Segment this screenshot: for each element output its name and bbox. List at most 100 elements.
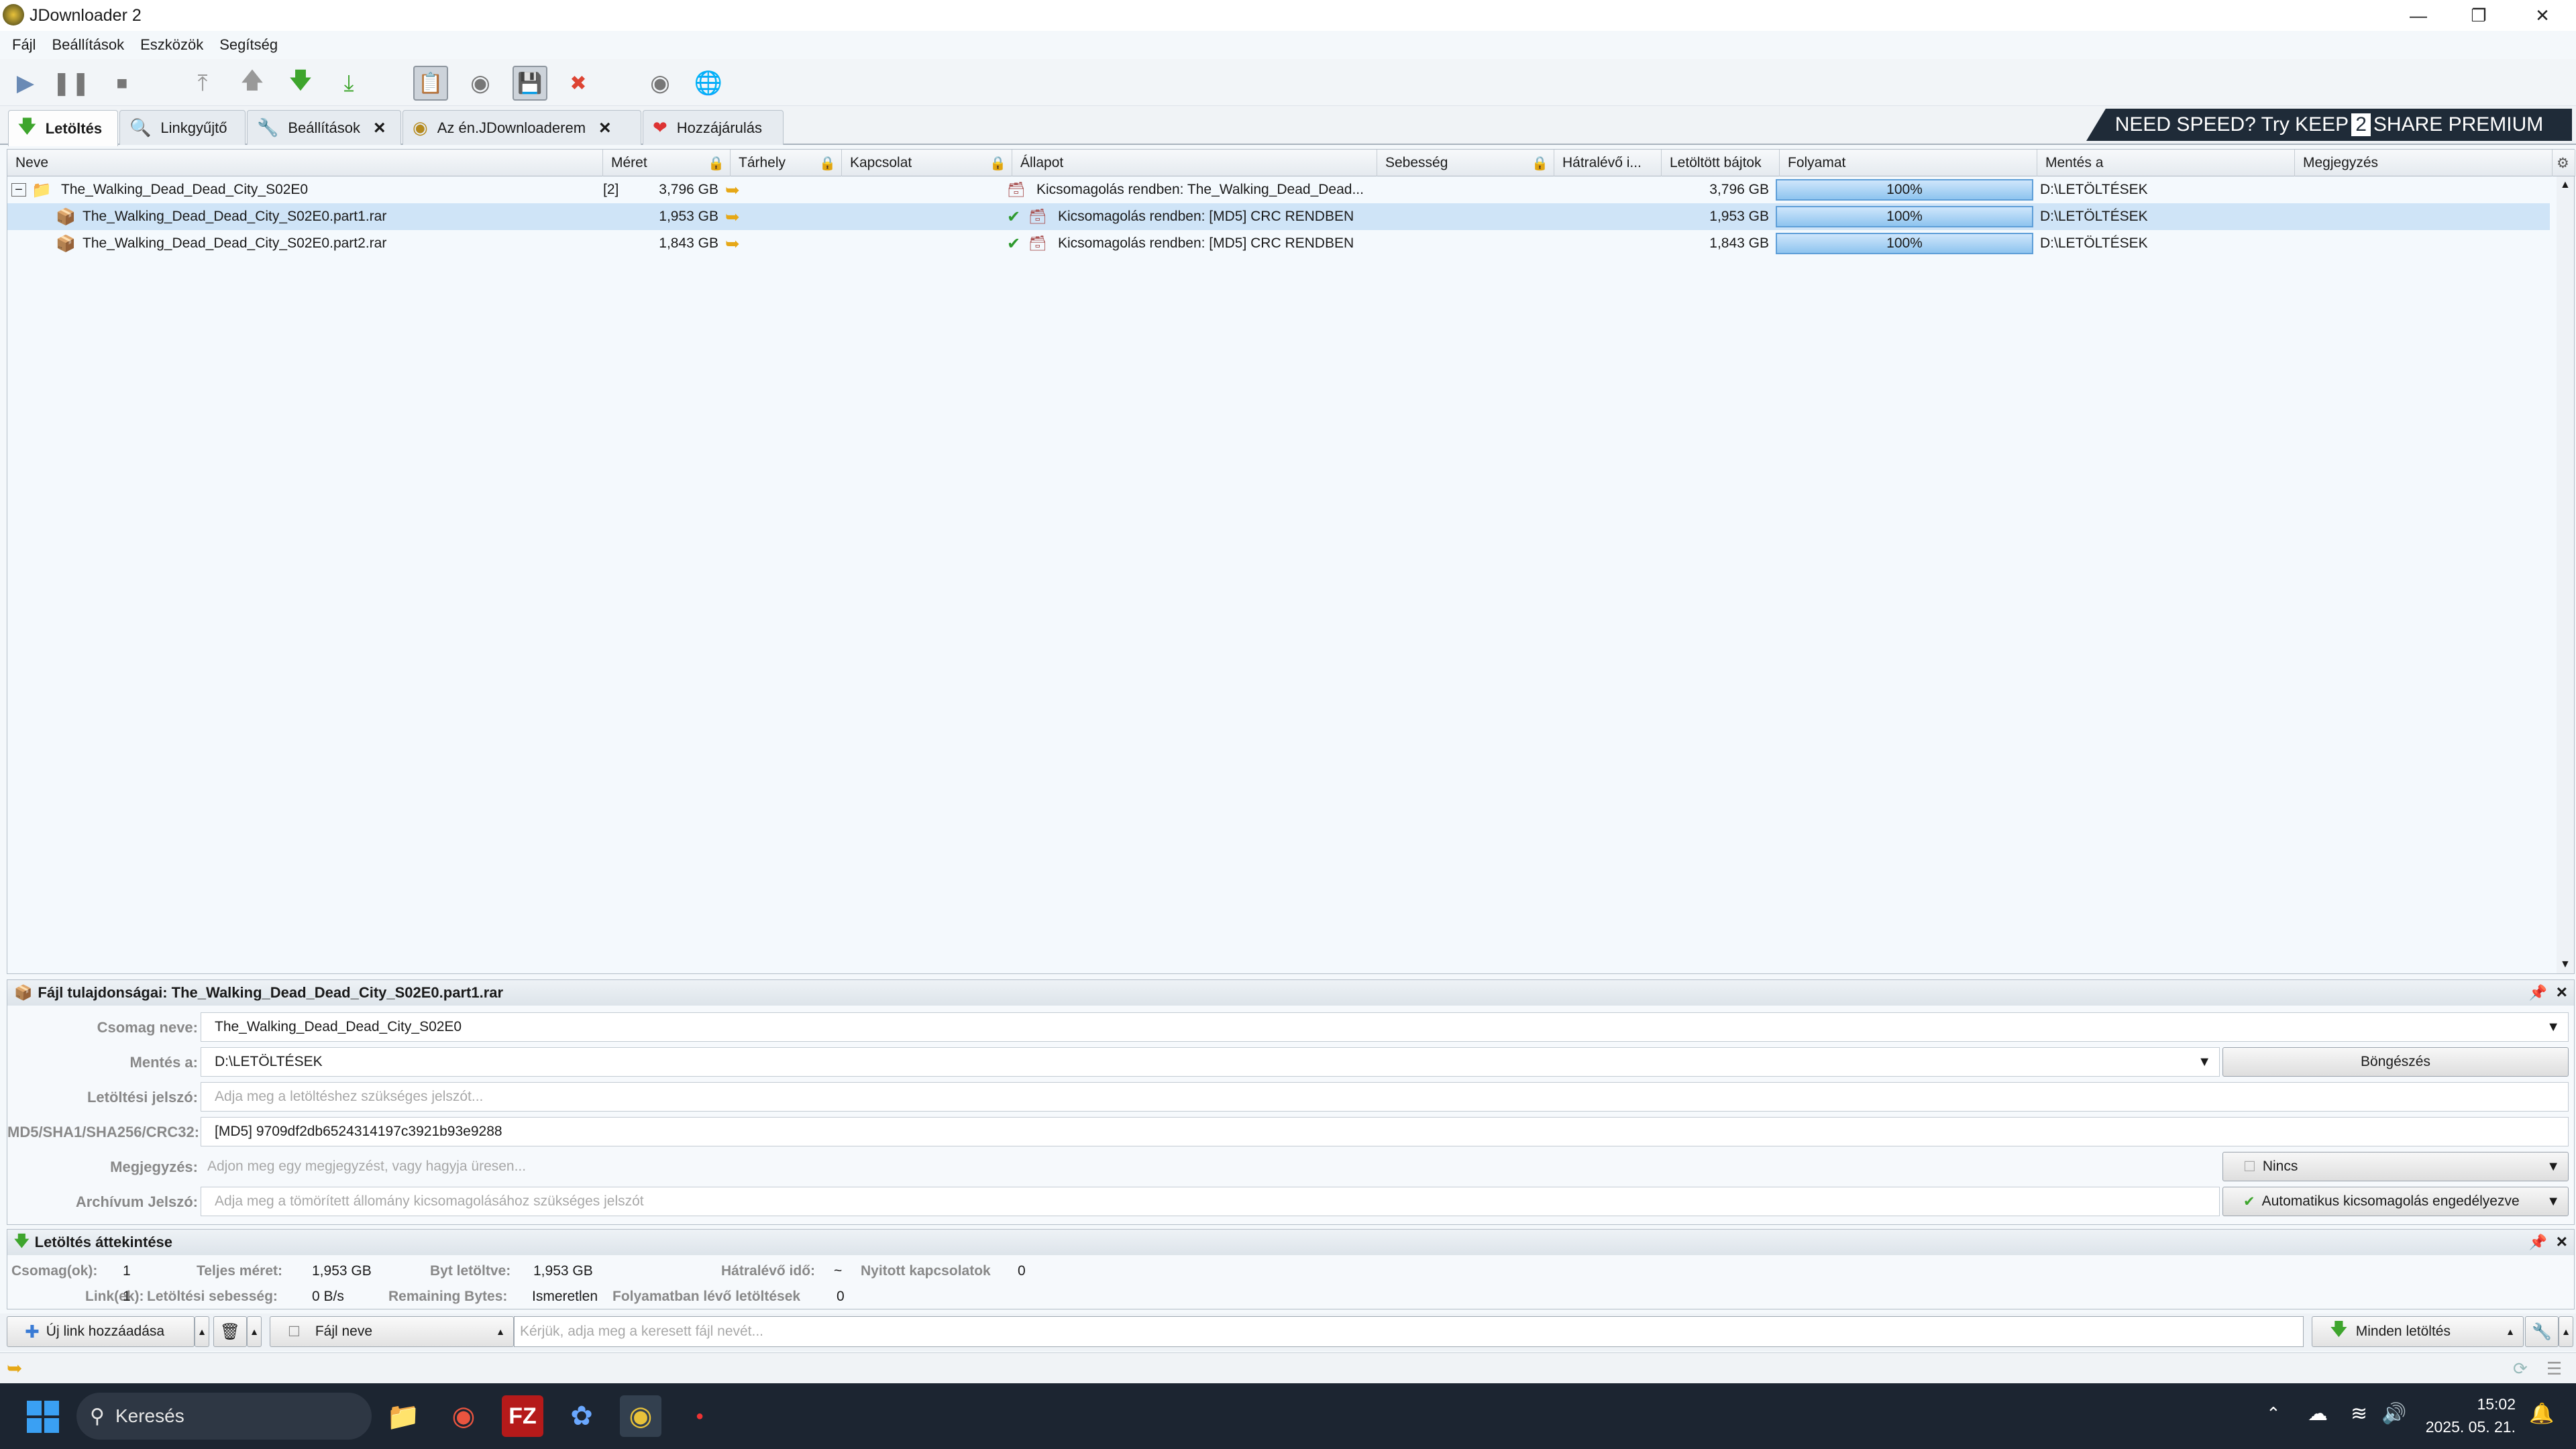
filezilla-icon[interactable]: FZ (502, 1395, 543, 1437)
column-header-save-to[interactable]: Mentés a (2037, 150, 2295, 176)
clear-list-icon[interactable]: 🗑 (213, 1316, 247, 1347)
close-tab-icon[interactable]: × (599, 117, 611, 140)
priority-dropdown[interactable]: ☐ Nincs ▼ (2222, 1152, 2569, 1181)
settings-wrench-icon[interactable]: 🔧 (2525, 1316, 2559, 1347)
add-links-menu-button[interactable]: ▲ (195, 1316, 209, 1347)
jdownloader-taskbar-icon[interactable]: ◉ (620, 1395, 661, 1437)
tab-settings[interactable]: 🔧 Beállítások × (247, 110, 401, 145)
column-header-status[interactable]: Állapot (1012, 150, 1377, 176)
clock-time[interactable]: 15:02 (2415, 1395, 2516, 1413)
table-row[interactable]: − 📁 The_Walking_Dead_Dead_City_S02E0 [2]… (7, 176, 2550, 203)
remaining-bytes-value: Ismeretlen (532, 1289, 598, 1304)
table-header: Neve Méret 🔒 Tárhely 🔒 Kapcsolat 🔒 Állapot … (7, 150, 2575, 176)
archive-password-field[interactable]: Adja meg a tömörített állomány kicsomago… (201, 1187, 2220, 1216)
list-icon[interactable]: ☰ (2546, 1358, 2562, 1379)
move-bottom-icon[interactable]: ⤓ (331, 66, 366, 101)
clipboard-icon[interactable]: 📋 (413, 66, 448, 101)
start-icon[interactable]: ▶ (8, 66, 43, 101)
reconnect-icon[interactable]: ◉ (463, 66, 498, 101)
download-table: Neve Méret 🔒 Tárhely 🔒 Kapcsolat 🔒 Állapot … (7, 149, 2575, 974)
column-header-size[interactable]: Méret 🔒 (603, 150, 731, 176)
properties-header: 📦 Fájl tulajdonságai: The_Walking_Dead_D… (7, 980, 2574, 1006)
minimize-button[interactable]: — (2388, 0, 2449, 31)
search-filter-dropdown[interactable]: ☐ Fájl neve ▲ (270, 1316, 514, 1347)
close-panel-icon[interactable]: × (2557, 981, 2567, 1003)
column-header-progress[interactable]: Folyamat (1780, 150, 2037, 176)
column-header-eta[interactable]: Hátralévő i... (1554, 150, 1662, 176)
progress-bar: 100% (1776, 233, 2033, 254)
tray-chevron-icon[interactable]: ⌃ (2266, 1403, 2281, 1424)
recording-icon[interactable]: ● (679, 1395, 720, 1437)
file-explorer-icon[interactable]: 📁 (382, 1395, 424, 1437)
pin-icon[interactable]: 📌 (2529, 984, 2547, 1002)
column-header-loaded[interactable]: Letöltött bájtok (1662, 150, 1780, 176)
column-header-connection[interactable]: Kapcsolat 🔒 (842, 150, 1012, 176)
scroll-up-icon[interactable]: ▲ (2560, 179, 2571, 191)
clear-list-menu-button[interactable]: ▲ (247, 1316, 262, 1347)
column-header-name[interactable]: Neve (7, 150, 603, 176)
table-row[interactable]: 📦 The_Walking_Dead_Dead_City_S02E0.part1… (7, 203, 2550, 230)
shutdown-icon[interactable]: ✖ (561, 66, 596, 101)
save-to-field[interactable]: D:\LETÖLTÉSEK ▼ (201, 1047, 2220, 1077)
eta-label: Hátralévő idő: (721, 1263, 816, 1279)
notification-icon[interactable]: 🔔 (2529, 1402, 2554, 1426)
premium-icon[interactable]: ◉ (643, 66, 678, 101)
download-password-field[interactable]: Adja meg a letöltéshez szükséges jelszót… (201, 1082, 2569, 1112)
menu-help[interactable]: Segítség (219, 36, 278, 54)
taskbar-search[interactable]: ⚲ Keresés (76, 1393, 372, 1440)
windows-start-icon[interactable] (27, 1401, 59, 1433)
column-settings-icon[interactable]: ⚙ (2553, 150, 2575, 176)
pause-icon[interactable]: ❚❚ (52, 66, 91, 101)
settings-menu-button[interactable]: ▲ (2559, 1316, 2573, 1347)
add-links-button[interactable]: ✚ Új link hozzáadása (7, 1316, 195, 1347)
volume-icon[interactable]: 🔊 (2381, 1402, 2406, 1426)
menu-tools[interactable]: Eszközök (140, 36, 203, 54)
vertical-scrollbar[interactable]: ▲ ▼ (2557, 176, 2574, 973)
chevron-down-icon[interactable]: ▼ (2546, 1020, 2560, 1035)
tab-myjdownloader[interactable]: ◉ Az én.JDownloaderem × (402, 110, 641, 145)
move-top-icon[interactable]: ⤒ (185, 66, 220, 101)
menu-file[interactable]: Fájl (12, 36, 36, 54)
column-header-speed[interactable]: Sebesség 🔒 (1377, 150, 1554, 176)
all-downloads-dropdown[interactable]: 🡇 Minden letöltés ▲ (2312, 1316, 2524, 1347)
menu-settings[interactable]: Beállítások (52, 36, 124, 54)
scroll-down-icon[interactable]: ▼ (2560, 959, 2571, 971)
onedrive-icon[interactable]: ☁ (2308, 1402, 2328, 1426)
chevron-down-icon[interactable]: ▼ (2198, 1055, 2211, 1070)
tab-downloads[interactable]: 🡇 Letöltés (8, 110, 118, 146)
wifi-icon[interactable]: ≋ (2351, 1402, 2367, 1426)
restore-button[interactable]: ❐ (2449, 0, 2509, 31)
myjd-icon: ◉ (413, 117, 428, 138)
davinci-icon[interactable]: ✿ (561, 1395, 602, 1437)
table-row[interactable]: 📦 The_Walking_Dead_Dead_City_S02E0.part2… (7, 230, 2550, 257)
tab-contribution[interactable]: ❤ Hozzájárulás (643, 110, 784, 145)
comment-field[interactable]: Adjon meg egy megjegyzést, vagy hagyja ü… (201, 1152, 2220, 1181)
pin-icon[interactable]: 📌 (2529, 1234, 2547, 1251)
close-panel-icon[interactable]: × (2557, 1231, 2567, 1252)
stop-icon[interactable]: ■ (105, 66, 140, 101)
collapse-icon[interactable]: − (11, 182, 26, 197)
chrome-icon[interactable]: ◉ (443, 1395, 484, 1437)
close-tab-icon[interactable]: × (374, 117, 386, 140)
silent-mode-icon[interactable]: 💾 (513, 66, 547, 101)
rar-file-icon: 📦 (56, 234, 76, 253)
bytes-loaded-value: 1,953 GB (533, 1263, 593, 1279)
refresh-icon[interactable]: ⟳ (2513, 1358, 2528, 1379)
premium-banner[interactable]: NEED SPEED? Try KEEP 2 SHARE PREMIUM (2086, 109, 2572, 141)
wrench-icon: 🔧 (257, 117, 279, 138)
package-name-field[interactable]: The_Walking_Dead_Dead_City_S02E0 ▼ (201, 1012, 2569, 1042)
move-up-icon[interactable]: 🡅 (235, 66, 270, 101)
column-header-hoster[interactable]: Tárhely 🔒 (731, 150, 842, 176)
all-downloads-label: Minden letöltés (2355, 1324, 2451, 1339)
column-header-comment[interactable]: Megjegyzés (2295, 150, 2553, 176)
chevron-up-icon: ▲ (2506, 1326, 2515, 1337)
auto-extract-dropdown[interactable]: ✔ Automatikus kicsomagolás engedélyezve … (2222, 1187, 2569, 1216)
search-input[interactable]: Kérjük, adja meg a keresett fájl nevét..… (514, 1316, 2304, 1347)
move-down-icon[interactable]: 🡇 (283, 66, 318, 101)
update-icon[interactable]: 🌐 (691, 66, 726, 101)
close-window-button[interactable]: ✕ (2512, 0, 2573, 31)
tab-linkgrabber[interactable]: 🔍 Linkgyűjtő (119, 110, 246, 145)
hash-field[interactable]: [MD5] 9709df2db6524314197c3921b93e9288 (201, 1117, 2569, 1146)
clock-date[interactable]: 2025. 05. 21. (2408, 1418, 2516, 1436)
browse-button[interactable]: Böngészés (2222, 1047, 2569, 1077)
